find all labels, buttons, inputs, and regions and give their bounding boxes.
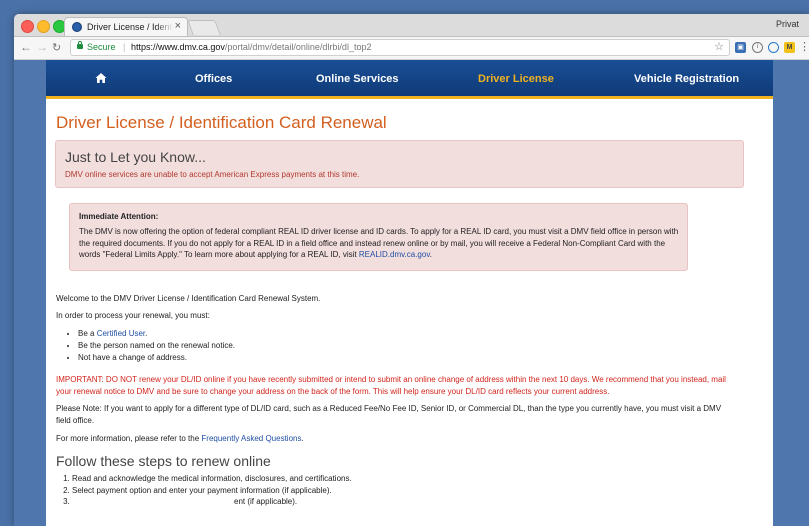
browser-toolbar: ← → ↻ Secure | https://www.dmv.ca.gov/po…	[14, 37, 809, 60]
tab-bar: Driver License / Identification C × Priv…	[14, 14, 809, 37]
url-host: https://www.dmv.ca.gov	[131, 42, 225, 52]
extension-m-icon[interactable]: M	[784, 42, 795, 53]
faq-line: For more information, please refer to th…	[56, 434, 304, 443]
realid-link[interactable]: REALID.dmv.ca.gov	[359, 250, 430, 259]
nav-online-services[interactable]: Online Services	[316, 73, 399, 85]
home-icon[interactable]	[95, 72, 107, 84]
welcome-text: Welcome to the DMV Driver License / Iden…	[56, 294, 321, 303]
extension-info-icon[interactable]: i	[752, 42, 763, 53]
url-path: /portal/dmv/detail/online/dlrbi/dl_top2	[224, 42, 372, 52]
list-item: Read and acknowledge the medical informa…	[72, 473, 352, 485]
attention-tail: .	[429, 250, 432, 259]
minimize-window-button[interactable]	[37, 20, 50, 33]
attention-alert: Immediate Attention: The DMV is now offe…	[69, 203, 688, 271]
list-item: Be a Certified User.	[78, 328, 235, 340]
steps-list: Read and acknowledge the medical informa…	[56, 473, 352, 508]
notice-message: DMV online services are unable to accept…	[65, 170, 360, 179]
dmv-favicon-icon	[72, 22, 82, 32]
process-intro: In order to process your renewal, you mu…	[56, 311, 210, 320]
profile-label[interactable]: Privat	[776, 19, 799, 29]
faq-suffix: .	[301, 434, 304, 443]
list-item: Select payment option and enter your pay…	[72, 485, 352, 497]
nav-offices[interactable]: Offices	[195, 73, 232, 85]
faq-prefix: For more information, please refer to th…	[56, 434, 202, 443]
nav-vehicle-registration[interactable]: Vehicle Registration	[634, 73, 739, 85]
reload-icon[interactable]: ↻	[52, 41, 61, 54]
attention-body: The DMV is now offering the option of fe…	[79, 226, 679, 261]
step-3-visible: ent (if applicable).	[234, 497, 298, 506]
notice-alert: Just to Let you Know... DMV online servi…	[55, 140, 744, 188]
url-separator: |	[123, 42, 126, 52]
close-window-button[interactable]	[21, 20, 34, 33]
important-warning: IMPORTANT: DO NOT renew your DL/ID onlin…	[56, 375, 726, 396]
back-arrow-icon[interactable]: ←	[20, 40, 32, 54]
req-1-prefix: Be a	[78, 329, 97, 338]
secure-label: Secure	[87, 42, 116, 52]
page-viewport: Offices Online Services Driver License V…	[14, 60, 809, 526]
certified-user-link[interactable]: Certified User	[97, 329, 145, 338]
req-1-suffix: .	[145, 329, 148, 338]
tab-title: Driver License / Identification C	[87, 22, 173, 32]
nav-driver-license[interactable]: Driver License	[478, 73, 554, 85]
requirements-list: Be a Certified User. Be the person named…	[66, 328, 235, 364]
tab-close-icon[interactable]: ×	[175, 20, 181, 32]
address-bar[interactable]: Secure | https://www.dmv.ca.gov/portal/d…	[70, 39, 730, 56]
browser-window: Driver License / Identification C × Priv…	[14, 14, 809, 526]
notice-heading: Just to Let you Know...	[65, 149, 206, 165]
browser-menu-icon[interactable]: ⋮	[799, 40, 809, 53]
list-item: Be the person named on the renewal notic…	[78, 340, 235, 352]
steps-heading: Follow these steps to renew online	[56, 453, 271, 469]
new-tab-button[interactable]	[187, 20, 221, 35]
list-item: Not have a change of address.	[78, 352, 235, 364]
extension-circle-icon[interactable]	[768, 42, 779, 53]
faq-link[interactable]: Frequently Asked Questions	[201, 434, 301, 443]
please-note: Please Note: If you want to apply for a …	[56, 404, 722, 425]
bookmark-star-icon[interactable]: ☆	[714, 40, 724, 55]
attention-heading: Immediate Attention:	[79, 212, 159, 221]
page-title: Driver License / Identification Card Ren…	[56, 113, 387, 132]
page-content: Offices Online Services Driver License V…	[46, 60, 773, 526]
forward-arrow-icon[interactable]: →	[36, 40, 48, 54]
list-item: ent (if applicable).	[72, 496, 352, 508]
extension-cast-icon[interactable]: ▣	[735, 42, 746, 53]
browser-tab[interactable]: Driver License / Identification C ×	[64, 17, 188, 36]
url-text: https://www.dmv.ca.gov/portal/dmv/detail…	[131, 40, 371, 55]
lock-icon	[77, 41, 83, 49]
main-navigation: Offices Online Services Driver License V…	[46, 60, 773, 99]
